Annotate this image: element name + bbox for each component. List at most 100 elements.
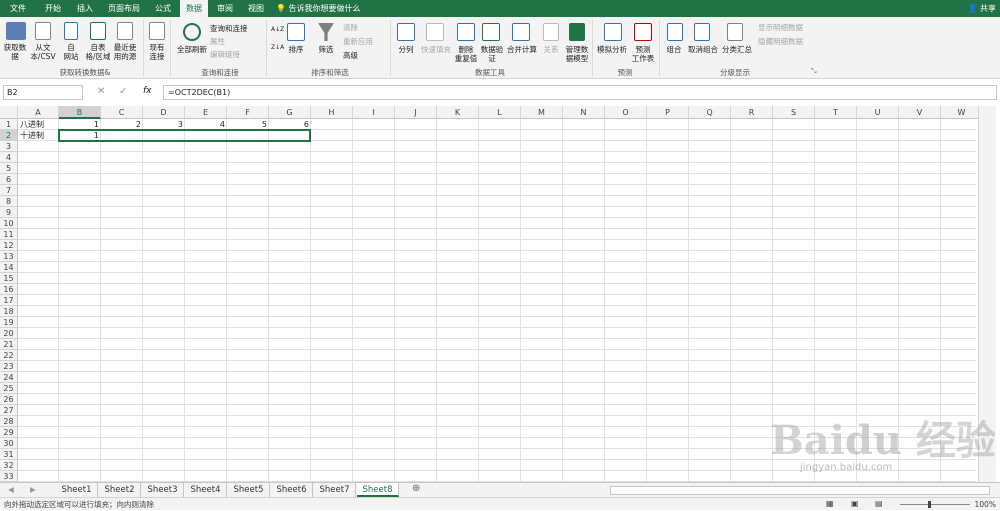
column-header-B[interactable]: B [59,106,101,119]
row-header-6[interactable]: 6 [0,174,18,185]
column-header-K[interactable]: K [437,106,479,119]
zoom-slider[interactable] [900,504,970,505]
cell-A1[interactable]: 八进制 [18,119,59,130]
remove-duplicates-button[interactable]: 删除 重复值 [452,45,480,63]
column-header-N[interactable]: N [563,106,605,119]
sheet-tab-sheet2[interactable]: Sheet2 [99,483,141,497]
add-sheet-icon[interactable]: ⊕ [412,484,420,494]
row-header-22[interactable]: 22 [0,350,18,361]
column-header-E[interactable]: E [185,106,227,119]
column-header-W[interactable]: W [941,106,983,119]
zoom-level[interactable]: 100% [975,498,996,511]
sort-button[interactable]: 排序 [283,45,309,54]
row-header-4[interactable]: 4 [0,152,18,163]
formula-input[interactable]: =OCT2DEC(B1) [163,85,997,100]
from-web-button[interactable]: 自 网站 [58,43,84,61]
enter-icon[interactable]: ✓ [119,87,127,97]
row-header-2[interactable]: 2 [0,130,18,141]
row-header-30[interactable]: 30 [0,438,18,449]
row-header-13[interactable]: 13 [0,251,18,262]
prev-sheet-icon[interactable]: ◀ [8,485,14,494]
group-button[interactable]: 组合 [661,45,687,54]
sheet-tab-sheet3[interactable]: Sheet3 [142,483,184,497]
filter-button[interactable]: 筛选 [313,45,339,54]
row-header-28[interactable]: 28 [0,416,18,427]
row-header-16[interactable]: 16 [0,284,18,295]
column-header-U[interactable]: U [857,106,899,119]
column-header-P[interactable]: P [647,106,689,119]
column-header-V[interactable]: V [899,106,941,119]
row-header-27[interactable]: 27 [0,405,18,416]
data-validation-button[interactable]: 数据验 证 [478,45,506,63]
row-header-10[interactable]: 10 [0,218,18,229]
normal-view-icon[interactable]: ▦ [826,499,834,508]
column-header-A[interactable]: A [18,106,59,119]
text-to-columns-button[interactable]: 分列 [393,45,419,54]
sheet-tab-sheet7[interactable]: Sheet7 [314,483,356,497]
what-if-analysis-button[interactable]: 模拟分析 [594,45,630,54]
tab-insert[interactable]: 插入 [70,0,100,17]
properties-button[interactable]: 属性 [210,37,225,46]
show-detail-button[interactable]: 显示明细数据 [758,23,803,32]
tab-file[interactable]: 文件 [0,0,36,17]
column-header-R[interactable]: R [731,106,773,119]
tab-review[interactable]: 审阅 [210,0,240,17]
dialog-launcher-icon[interactable]: ⤡ [811,67,817,76]
row-header-33[interactable]: 33 [0,471,18,482]
cancel-icon[interactable]: ✕ [97,87,105,97]
column-header-D[interactable]: D [143,106,185,119]
sheet-tab-sheet6[interactable]: Sheet6 [271,483,313,497]
recent-sources-button[interactable]: 最近使 用的源 [110,43,140,61]
share-button[interactable]: 👤 共享 [967,0,996,17]
page-break-view-icon[interactable]: ▤ [875,499,883,508]
flash-fill-button[interactable]: 快速填充 [418,45,454,54]
row-header-14[interactable]: 14 [0,262,18,273]
row-header-31[interactable]: 31 [0,449,18,460]
row-header-8[interactable]: 8 [0,196,18,207]
from-table-button[interactable]: 自表 格/区域 [84,43,112,61]
row-header-29[interactable]: 29 [0,427,18,438]
from-csv-button[interactable]: 从文 本/CSV [28,43,58,61]
horizontal-scrollbar[interactable] [610,486,990,495]
row-header-7[interactable]: 7 [0,185,18,196]
selection-range[interactable] [58,129,311,142]
row-header-25[interactable]: 25 [0,383,18,394]
select-all-corner[interactable] [0,106,18,119]
queries-connections-button[interactable]: 查询和连接 [210,24,248,33]
sort-asc-button[interactable]: A↓Z [271,25,284,34]
column-header-F[interactable]: F [227,106,269,119]
row-header-20[interactable]: 20 [0,328,18,339]
sheet-tab-sheet1[interactable]: Sheet1 [56,483,98,497]
tab-page-layout[interactable]: 页面布局 [102,0,146,17]
row-header-32[interactable]: 32 [0,460,18,471]
forecast-sheet-button[interactable]: 预测 工作表 [628,45,658,63]
tab-view[interactable]: 视图 [242,0,270,17]
zoom-slider-thumb[interactable] [928,501,931,508]
column-header-C[interactable]: C [101,106,143,119]
row-header-24[interactable]: 24 [0,372,18,383]
edit-links-button[interactable]: 编辑链接 [210,50,240,59]
manage-data-model-button[interactable]: 管理数 据模型 [563,45,591,63]
column-header-L[interactable]: L [479,106,521,119]
tab-data[interactable]: 数据 [180,0,208,17]
page-layout-view-icon[interactable]: ▣ [851,499,859,508]
existing-connections-button[interactable]: 现有 连接 [144,43,170,61]
sheet-tab-sheet4[interactable]: Sheet4 [185,483,227,497]
next-sheet-icon[interactable]: ▶ [30,485,36,494]
row-header-15[interactable]: 15 [0,273,18,284]
advanced-button[interactable]: 高级 [343,51,358,60]
name-box[interactable]: B2 [3,85,83,100]
row-header-19[interactable]: 19 [0,317,18,328]
column-header-J[interactable]: J [395,106,437,119]
tell-me-box[interactable]: 💡 告诉我你想要做什么 [276,0,361,17]
relationships-button[interactable]: 关系 [539,45,563,54]
cell-A2[interactable]: 十进制 [18,130,59,141]
row-header-21[interactable]: 21 [0,339,18,350]
column-header-Q[interactable]: Q [689,106,731,119]
insert-function-icon[interactable]: fx [143,87,152,96]
column-header-G[interactable]: G [269,106,311,119]
column-header-T[interactable]: T [815,106,857,119]
row-header-5[interactable]: 5 [0,163,18,174]
row-header-18[interactable]: 18 [0,306,18,317]
row-header-9[interactable]: 9 [0,207,18,218]
